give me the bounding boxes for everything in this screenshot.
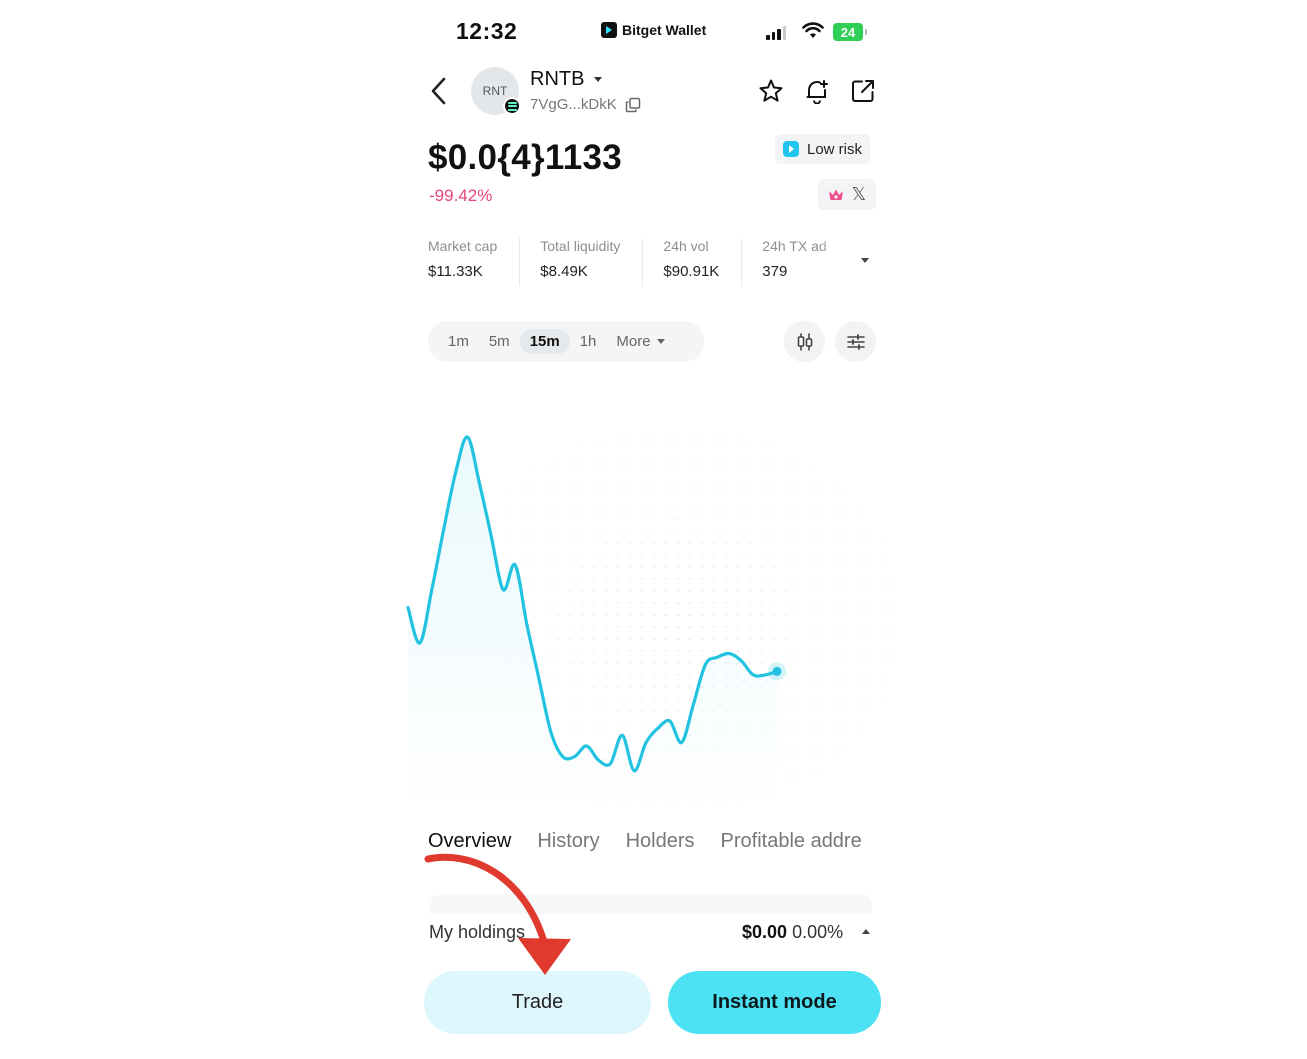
tab-overview[interactable]: Overview [428,830,511,853]
x-twitter-icon[interactable]: 𝕏 [852,184,867,205]
token-address-text: 7VgG...kDkK [530,96,617,113]
pump-crown-icon[interactable] [828,188,844,202]
social-links: 𝕏 [818,179,876,210]
stat-value: $90.91K [663,263,720,280]
price-change: -99.42% [429,186,493,205]
shield-icon [783,141,799,157]
timeframe-selector: 1m 5m 15m 1h More [428,321,704,362]
candlestick-toggle-button[interactable] [784,321,825,362]
chart-settings-button[interactable] [835,321,876,362]
solana-chain-icon [503,97,521,115]
wifi-icon [802,22,824,38]
tabs-fade [870,826,900,860]
avatar-text: RNT [482,84,508,98]
timeframe-15m[interactable]: 15m [519,329,570,354]
token-address: 7VgG...kDkK [530,96,641,113]
stat-label: 24h vol [663,238,709,254]
token-symbol: RNTB [530,68,585,90]
timeframe-1h[interactable]: 1h [570,329,607,354]
stat-market-cap: Market cap $11.33K [428,238,521,286]
star-icon[interactable] [758,78,784,104]
token-price: $0.0{4}1133 [428,138,623,177]
holdings-percent: 0.00% [792,922,844,942]
expand-stats-chevron-icon[interactable] [861,258,869,263]
trade-button[interactable]: Trade [424,971,651,1034]
copy-icon[interactable] [625,97,641,113]
timeframe-more-label: More [616,333,651,350]
token-avatar: RNT [471,67,521,115]
holdings-card-edge [430,894,872,914]
back-arrow-icon[interactable] [427,76,451,106]
price-alert-bell-icon[interactable] [804,78,830,104]
app-name-label: Bitget Wallet [622,22,707,38]
sliders-icon [846,333,865,350]
holdings-value: $0.00 0.00% [742,922,843,943]
phone-screen: 12:32 Bitget Wallet 24 RNT RNTB 7VgG...k… [400,0,900,1059]
stat-label: 24h TX ad [762,238,827,254]
stat-label: Total liquidity [540,238,621,254]
timeframe-5m[interactable]: 5m [479,329,520,354]
stat-24h-vol: 24h vol $90.91K [663,238,743,286]
status-time: 12:32 [456,18,518,44]
battery-icon: 24 [833,23,867,41]
tab-history[interactable]: History [537,830,599,853]
token-symbol-selector[interactable]: RNTB [530,68,603,91]
chevron-down-icon [656,339,665,344]
token-stats-row: Market cap $11.33K Total liquidity $8.49… [428,238,827,286]
share-icon[interactable] [850,78,876,104]
stats-fade [818,238,858,288]
chart-current-point [772,666,782,676]
chevron-up-icon[interactable] [862,929,870,934]
chevron-down-icon [594,77,603,82]
holdings-amount: $0.00 [742,922,788,942]
risk-badge[interactable]: Low risk [775,134,871,164]
price-chart[interactable] [400,385,900,815]
stat-label: Market cap [428,238,498,254]
stat-value: $8.49K [540,263,588,280]
timeframe-more[interactable]: More [606,329,674,354]
tab-profitable-addresses[interactable]: Profitable addre [721,830,862,853]
stat-value: $11.33K [428,263,483,280]
signal-icon [766,24,786,40]
detail-tabs: Overview History Holders Profitable addr… [428,830,862,853]
tab-holders[interactable]: Holders [626,830,695,853]
timeframe-1m[interactable]: 1m [438,329,479,354]
stat-value: 379 [762,263,788,280]
status-app-name: Bitget Wallet [601,22,706,38]
candlestick-icon [797,333,812,350]
stat-24h-tx: 24h TX ad 379 [762,238,826,286]
risk-label: Low risk [807,140,863,158]
bitget-logo-icon [601,22,617,38]
stat-total-liquidity: Total liquidity $8.49K [540,238,644,286]
holdings-label: My holdings [429,922,526,942]
instant-mode-button[interactable]: Instant mode [668,971,881,1034]
